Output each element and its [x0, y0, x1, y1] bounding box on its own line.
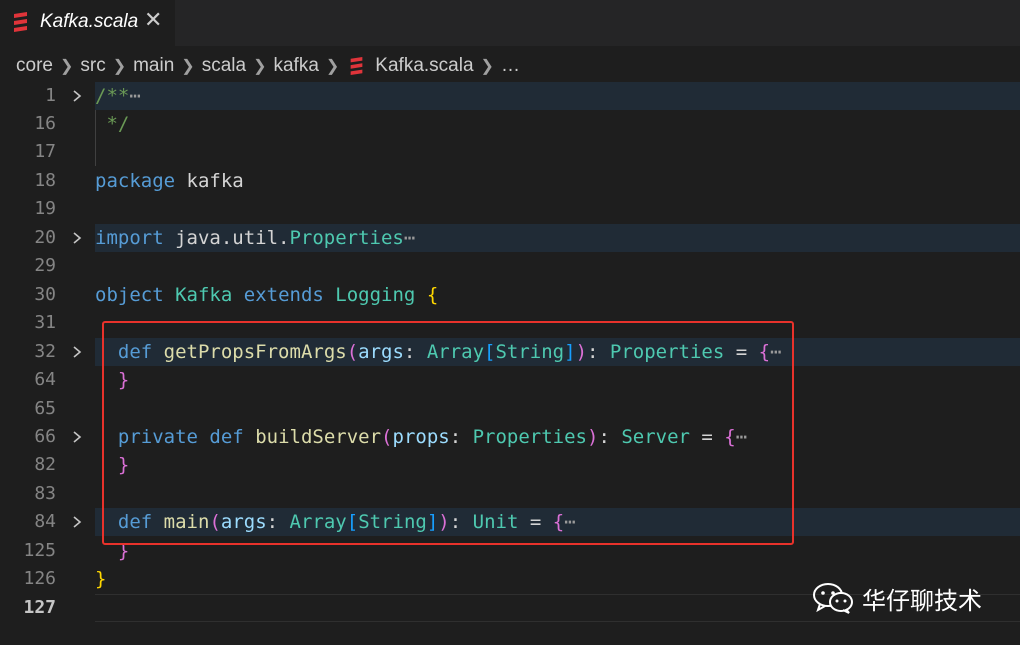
chevron-right-icon: ❯: [325, 58, 340, 75]
code-line-17: 17: [0, 138, 1020, 166]
code-text: */: [95, 113, 130, 135]
close-icon[interactable]: ✕: [144, 8, 162, 33]
folded-line-highlight: [95, 82, 1020, 110]
tab-bar: Kafka.scala ✕: [0, 0, 1020, 46]
code-line-29: 29: [0, 252, 1020, 280]
chevron-right-icon: ❯: [112, 58, 127, 75]
breadcrumb-item-file[interactable]: Kafka.scala: [375, 55, 473, 77]
line-number-current: 127: [23, 597, 56, 618]
code-text: }: [95, 568, 107, 590]
line-number: 125: [23, 540, 56, 561]
code-text: package kafka: [95, 170, 244, 192]
code-line-30: 30 object Kafka extends Logging {: [0, 281, 1020, 309]
line-number: 20: [34, 227, 56, 248]
breadcrumb-item-kafka[interactable]: kafka: [273, 55, 318, 77]
line-number: 29: [34, 255, 56, 276]
highlight-box: [102, 321, 794, 545]
tab-title: Kafka.scala: [40, 11, 139, 32]
chevron-right-icon: ❯: [480, 58, 494, 75]
watermark: 华仔聊技术: [812, 580, 982, 616]
line-number: 83: [34, 483, 56, 504]
scala-file-icon: [14, 12, 27, 32]
line-number: 19: [34, 198, 56, 219]
chevron-right-icon[interactable]: [70, 231, 84, 245]
code-line-18: 18 package kafka: [0, 167, 1020, 195]
code-text: import java.util.Properties⋯: [95, 227, 416, 249]
scala-file-icon: [350, 57, 363, 75]
watermark-text: 华仔聊技术: [862, 586, 982, 615]
tab-kafka-scala[interactable]: Kafka.scala ✕: [0, 0, 175, 46]
line-number: 32: [34, 341, 56, 362]
code-line-1: 1 /**⋯: [0, 82, 1020, 110]
code-line-16: 16 */: [0, 110, 1020, 138]
wechat-icon: [813, 583, 853, 614]
breadcrumb-item-core[interactable]: core: [16, 55, 53, 77]
code-line-19: 19: [0, 195, 1020, 223]
line-number: 126: [23, 568, 56, 589]
breadcrumb-item-scala[interactable]: scala: [202, 55, 246, 77]
line-number: 1: [45, 85, 56, 106]
chevron-right-icon[interactable]: [70, 515, 84, 529]
line-number: 30: [34, 284, 56, 305]
chevron-right-icon: ❯: [181, 58, 195, 75]
chevron-right-icon[interactable]: [70, 430, 84, 444]
chevron-right-icon[interactable]: [70, 345, 84, 359]
line-number: 16: [34, 113, 56, 134]
line-number: 65: [34, 398, 56, 419]
breadcrumb-item-src[interactable]: src: [80, 55, 105, 77]
chevron-right-icon[interactable]: [70, 89, 84, 103]
breadcrumb-item-more[interactable]: …: [501, 55, 520, 77]
line-number: 82: [34, 454, 56, 475]
line-number: 18: [34, 170, 56, 191]
line-number: 84: [34, 511, 56, 532]
line-number: 64: [34, 369, 56, 390]
breadcrumb: core ❯ src ❯ main ❯ scala ❯ kafka ❯ Kafk…: [16, 53, 520, 79]
line-number: 17: [34, 141, 56, 162]
line-number: 66: [34, 426, 56, 447]
breadcrumb-item-main[interactable]: main: [133, 55, 174, 77]
chevron-right-icon: ❯: [253, 58, 267, 75]
code-text: /**⋯: [95, 85, 141, 107]
code-line-20: 20 import java.util.Properties⋯: [0, 224, 1020, 252]
line-number: 31: [34, 312, 56, 333]
code-text: object Kafka extends Logging {: [95, 284, 439, 306]
chevron-right-icon: ❯: [59, 58, 74, 75]
